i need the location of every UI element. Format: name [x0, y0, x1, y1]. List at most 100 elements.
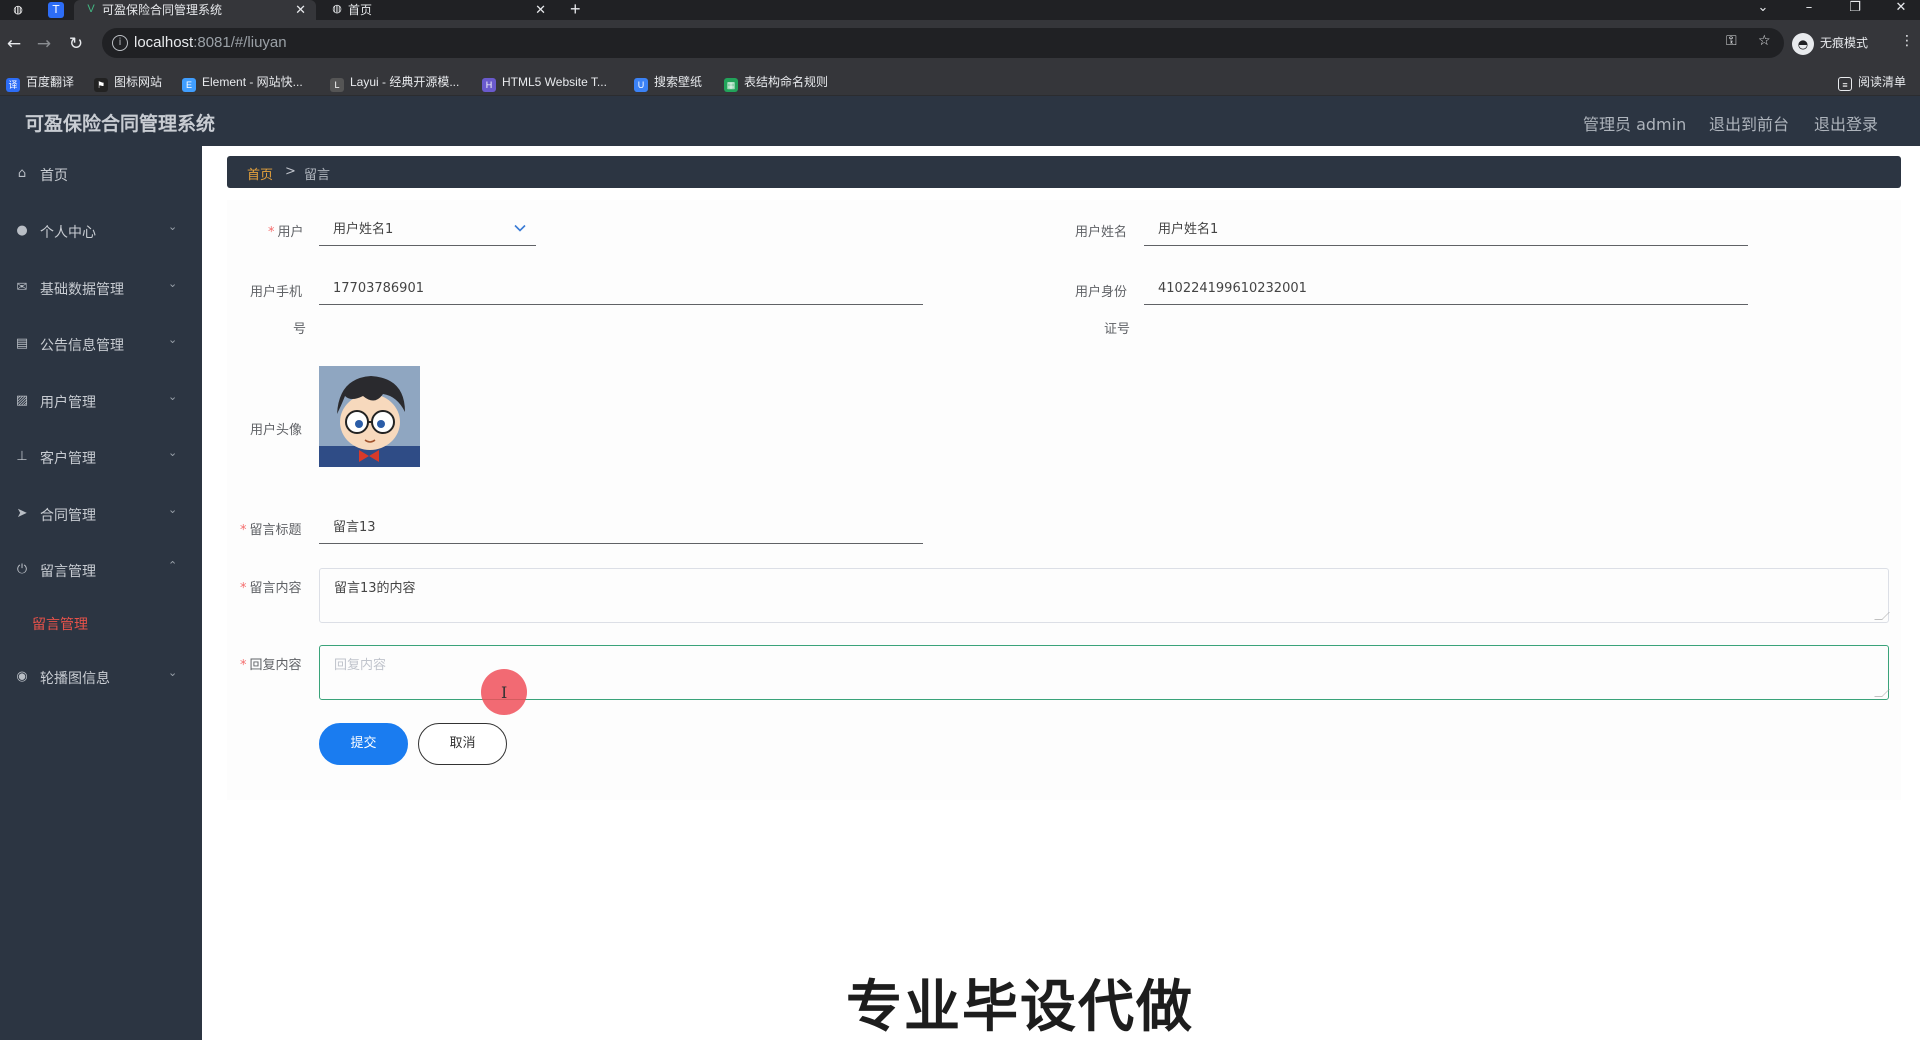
watermark-text: 专业毕设代做	[846, 975, 1194, 1040]
sidebar-item-notice[interactable]: ▤ 公告信息管理 ⌄	[0, 325, 202, 365]
star-icon[interactable]: ☆	[1758, 33, 1771, 49]
close-tab-icon[interactable]: ✕	[535, 1, 546, 19]
html5-icon: H	[482, 78, 496, 92]
globe-icon: ◍	[332, 3, 342, 15]
chevron-down-icon: ⌄	[168, 446, 178, 459]
user-icon: ●	[16, 223, 28, 238]
translate-icon[interactable]: T	[48, 2, 64, 18]
info-icon[interactable]: i	[112, 35, 128, 51]
incognito-badge[interactable]: ◓ 无痕模式	[1792, 31, 1868, 55]
content-label: * 留言内容	[240, 581, 302, 596]
app-header: 可盈保险合同管理系统 管理员 admin 退出到前台 退出登录	[0, 96, 1920, 146]
chevron-down-icon: ⌄	[168, 333, 178, 346]
chevron-down-icon: ⌄	[168, 503, 178, 516]
username-label: 用户姓名	[1075, 225, 1128, 240]
new-tab-button[interactable]: +	[570, 0, 594, 20]
submit-button[interactable]: 提交	[319, 723, 408, 765]
breadcrumb: 首页 > 留言	[227, 156, 1901, 188]
content-textarea[interactable]: 留言13的内容	[319, 568, 1890, 623]
sidebar-item-messages[interactable]: ⏻ 留言管理 ⌃	[0, 551, 202, 591]
reply-textarea[interactable]: 回复内容	[319, 645, 1890, 700]
phone-label: 用户手机	[250, 285, 303, 300]
incognito-icon: ◓	[1792, 32, 1814, 55]
sidebar-item-customers[interactable]: ⊥ 客户管理 ⌄	[0, 438, 202, 478]
close-tab-icon[interactable]: ✕	[295, 1, 306, 19]
key-icon[interactable]: ⚿	[1726, 33, 1737, 49]
bookmark-item[interactable]: U 搜索壁纸	[634, 73, 702, 92]
bookmark-item[interactable]: ⚑ 图标网站	[94, 73, 162, 92]
browser-tab-strip: ◍ T V 可盈保险合同管理系统 ✕ ◍ 首页 ✕ + ⌄ – ❐ ✕	[0, 0, 1920, 20]
back-icon[interactable]: ←	[2, 32, 26, 56]
location-icon: ◉	[16, 669, 28, 684]
resize-handle[interactable]	[1874, 612, 1890, 620]
reply-label: * 回复内容	[240, 658, 302, 673]
phone-field[interactable]: 17703786901	[319, 273, 923, 305]
user-select[interactable]: 用户姓名1	[319, 214, 536, 246]
bookmark-item[interactable]: ▦ 表结构命名规则	[724, 73, 828, 92]
chevron-down-icon: ⌄	[168, 390, 178, 403]
avatar-label: 用户头像	[250, 423, 303, 438]
username-field[interactable]: 用户姓名1	[1144, 214, 1748, 246]
idcard-label-wrap: 证号	[1104, 322, 1131, 337]
element-icon: E	[182, 78, 196, 92]
bookmark-item[interactable]: 译百度翻译	[6, 73, 74, 92]
bookmark-item[interactable]: E Element - 网站快...	[182, 73, 303, 92]
power-icon: ⏻	[16, 562, 28, 577]
layui-icon: L	[330, 78, 344, 92]
home-icon: ⌂	[17, 166, 27, 181]
title-field[interactable]: 留言13	[319, 512, 923, 544]
breadcrumb-home[interactable]: 首页	[247, 164, 273, 183]
chart-icon: ▨	[15, 393, 29, 408]
send-icon: ➤	[16, 506, 28, 521]
sidebar-item-users[interactable]: ▨ 用户管理 ⌄	[0, 382, 202, 422]
sidebar-item-carousel[interactable]: ◉ 轮播图信息 ⌄	[0, 658, 202, 698]
minimize-icon[interactable]: –	[1794, 0, 1824, 16]
browser-tab-active[interactable]: V 可盈保险合同管理系统 ✕	[74, 0, 316, 20]
chevron-down-icon: ⌄	[168, 666, 178, 679]
sidebar-item-basic-data[interactable]: ✉ 基础数据管理 ⌄	[0, 269, 202, 309]
url-input[interactable]: i localhost:8081/#/liuyan	[102, 28, 1784, 58]
cancel-button[interactable]: 取消	[418, 723, 507, 765]
reading-list-icon: ≡	[1838, 77, 1852, 91]
address-bar: ← → ↻ i localhost:8081/#/liuyan ⚿ ☆ ◓ 无痕模…	[0, 20, 1920, 68]
bookmarks-bar: 译百度翻译 ⚑ 图标网站 E Element - 网站快... L Layui - 经…	[0, 68, 1920, 96]
table-icon: ▦	[724, 78, 738, 92]
logout-link[interactable]: 退出登录	[1814, 111, 1878, 135]
sidebar-item-home[interactable]: ⌂ 首页	[0, 155, 202, 195]
bookmark-item[interactable]: H HTML5 Website T...	[482, 73, 607, 92]
sidebar-item-contracts[interactable]: ➤ 合同管理 ⌄	[0, 495, 202, 535]
title-label: * 留言标题	[240, 523, 302, 538]
sidebar: ⌂ 首页 ● 个人中心 ⌄ ✉ 基础数据管理 ⌄ ▤ 公告信息管理 ⌄ ▨ 用户…	[0, 146, 202, 1040]
reload-icon[interactable]: ↻	[64, 32, 88, 56]
chevron-up-icon: ⌃	[168, 559, 178, 572]
bookmark-item[interactable]: L Layui - 经典开源模...	[330, 73, 459, 92]
bookmark-icon: 译	[6, 78, 20, 92]
restore-icon[interactable]: ❐	[1840, 0, 1870, 16]
sidebar-subitem-messages[interactable]: 留言管理	[0, 604, 202, 644]
exit-to-front-link[interactable]: 退出到前台	[1709, 111, 1789, 135]
resize-handle[interactable]	[1874, 689, 1890, 697]
clipboard-icon: ▤	[15, 336, 29, 351]
idcard-field[interactable]: 410224199610232001	[1144, 273, 1748, 305]
menu-icon[interactable]: ⋮	[1900, 33, 1914, 49]
browser-tab[interactable]: ◍ 首页 ✕	[320, 0, 556, 20]
reading-list[interactable]: ≡ 阅读清单	[1838, 73, 1906, 91]
chevron-down-icon: ⌄	[168, 220, 178, 233]
idcard-label: 用户身份	[1075, 285, 1128, 300]
close-window-icon[interactable]: ✕	[1886, 0, 1916, 16]
text-cursor-icon: I	[501, 683, 508, 702]
wallpaper-icon: U	[634, 78, 648, 92]
phone-label-wrap: 号	[293, 322, 307, 337]
stamp-icon: ⊥	[16, 449, 28, 464]
tab-search-icon[interactable]: ⌄	[1748, 0, 1778, 16]
admin-label: 管理员 admin	[1583, 115, 1687, 134]
chevron-down-icon	[514, 224, 526, 232]
globe-icon[interactable]: ◍	[10, 2, 26, 18]
forward-icon[interactable]: →	[32, 32, 56, 56]
user-avatar	[319, 366, 420, 467]
sidebar-item-personal[interactable]: ● 个人中心 ⌄	[0, 212, 202, 252]
vue-icon: V	[87, 3, 95, 15]
breadcrumb-current: 留言	[304, 168, 331, 183]
app-title: 可盈保险合同管理系统	[25, 113, 216, 135]
message-icon: ✉	[16, 280, 28, 295]
